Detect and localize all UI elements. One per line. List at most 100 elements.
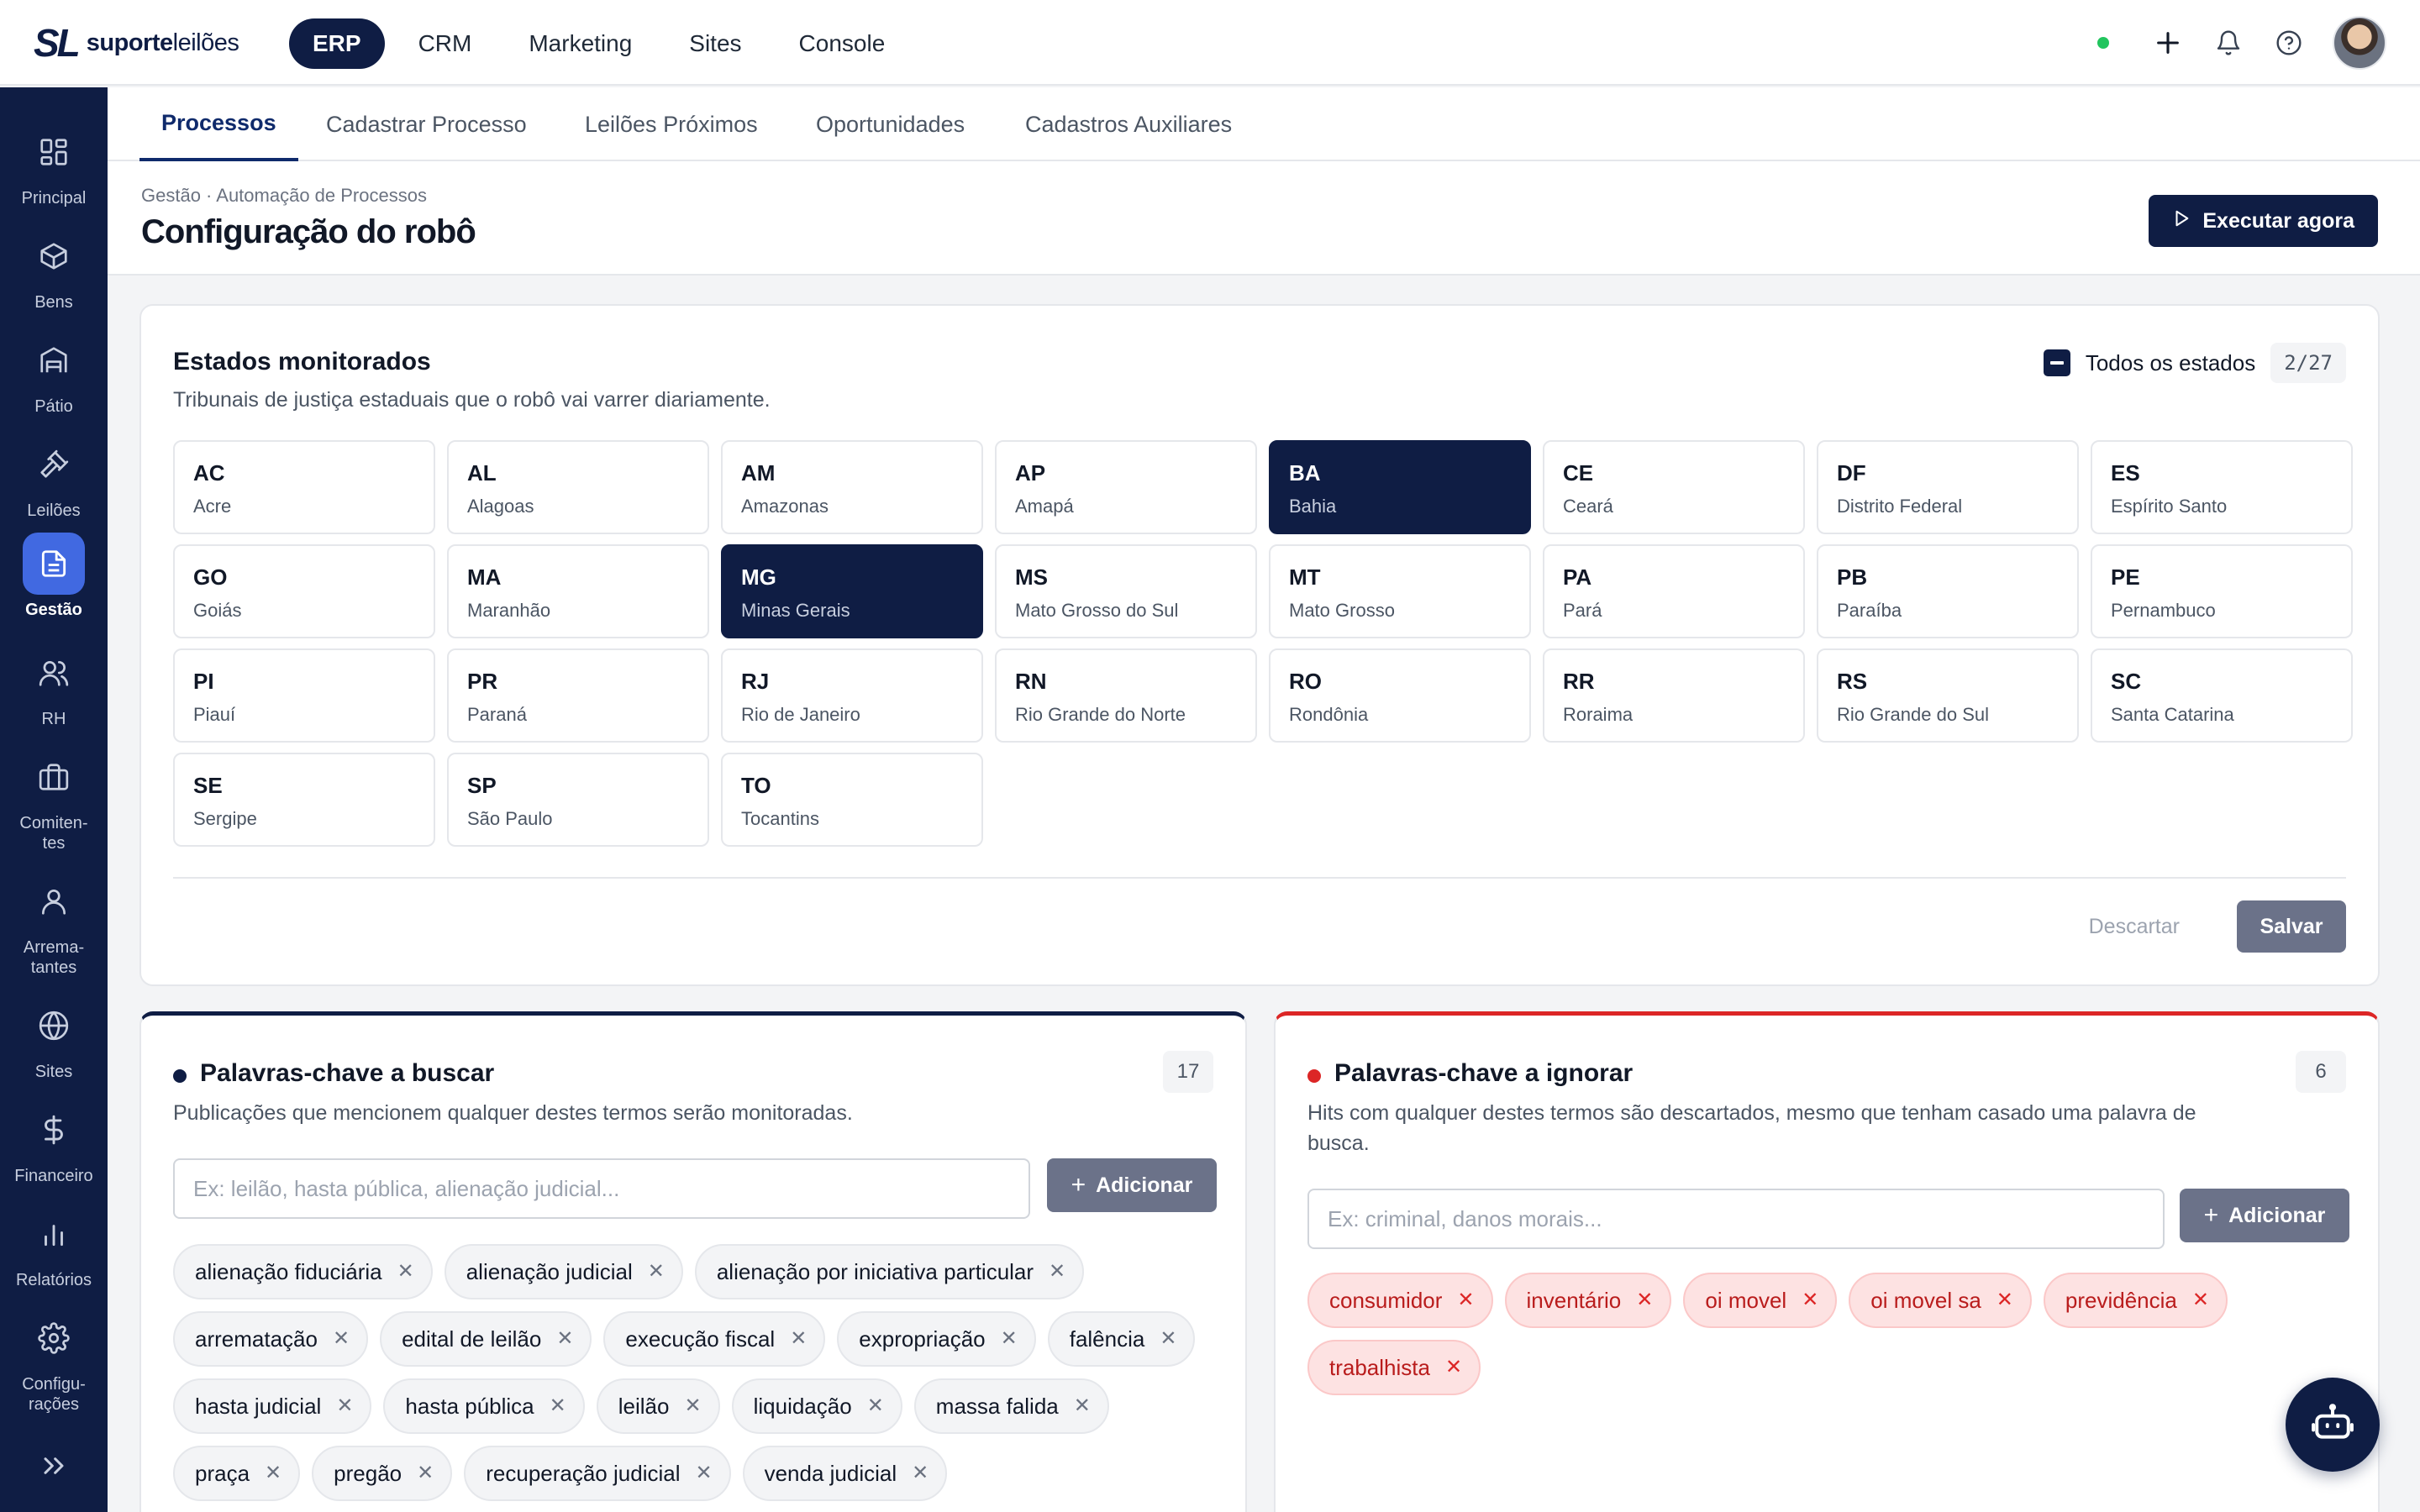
nav-sites[interactable]: Sites [666,18,765,69]
state-tile-rs[interactable]: RS Rio Grande do Sul [1817,648,2079,743]
state-tile-al[interactable]: AL Alagoas [447,440,709,534]
state-code: AP [1015,460,1046,486]
nav-console[interactable]: Console [776,18,909,69]
sidebar-item-relatorios[interactable]: Relatórios [0,1203,108,1290]
warehouse-icon [23,329,85,391]
gear-icon [23,1307,85,1369]
sidebar-item-sites[interactable]: Sites [0,995,108,1082]
state-tile-mt[interactable]: MT Mato Grosso [1269,544,1531,638]
state-tile-sp[interactable]: SP São Paulo [447,753,709,847]
remove-icon[interactable]: ✕ [1996,1290,2013,1310]
add-search-keyword-button[interactable]: + Adicionar [1047,1158,1217,1212]
remove-icon[interactable]: ✕ [912,1463,929,1483]
bell-icon[interactable] [2212,26,2245,60]
remove-icon[interactable]: ✕ [648,1262,665,1282]
keywords-search-input[interactable] [173,1158,1030,1219]
state-tile-go[interactable]: GO Goiás [173,544,435,638]
remove-icon[interactable]: ✕ [336,1396,353,1416]
chevrons-right-icon[interactable] [37,1449,71,1487]
state-tile-se[interactable]: SE Sergipe [173,753,435,847]
state-tile-am[interactable]: AM Amazonas [721,440,983,534]
help-icon[interactable] [2272,26,2306,60]
run-now-button[interactable]: Executar agora [2149,195,2378,247]
remove-icon[interactable]: ✕ [1636,1290,1653,1310]
state-tile-ma[interactable]: MA Maranhão [447,544,709,638]
box-icon [23,225,85,287]
remove-icon[interactable]: ✕ [417,1463,434,1483]
all-states-toggle[interactable]: Todos os estados 2/27 [2043,343,2346,383]
remove-icon[interactable]: ✕ [684,1396,701,1416]
state-tile-to[interactable]: TO Tocantins [721,753,983,847]
keywords-ignore-input[interactable] [1307,1189,2165,1249]
sidebar-item-leiloes[interactable]: Leilões [0,433,108,521]
state-tile-mg[interactable]: MG Minas Gerais [721,544,983,638]
remove-icon[interactable]: ✕ [695,1463,712,1483]
tab-oportunidades[interactable]: Oportunidades [816,87,965,161]
state-tile-ro[interactable]: RO Rondônia [1269,648,1531,743]
state-tile-pb[interactable]: PB Paraíba [1817,544,2079,638]
state-tile-pi[interactable]: PI Piauí [173,648,435,743]
sidebar-item-label: Bens [34,293,73,312]
sidebar-item-arrematantes[interactable]: Arrema- tantes [0,870,108,978]
state-code: TO [741,773,771,798]
remove-icon[interactable]: ✕ [1049,1262,1065,1282]
sidebar-item-principal[interactable]: Principal [0,121,108,208]
sidebar-item-patio[interactable]: Pátio [0,329,108,417]
tab-cadastros-auxiliares[interactable]: Cadastros Auxiliares [1025,87,1232,161]
nav-crm[interactable]: CRM [395,18,496,69]
remove-icon[interactable]: ✕ [1457,1290,1474,1310]
remove-icon[interactable]: ✕ [1445,1357,1462,1378]
state-tile-df[interactable]: DF Distrito Federal [1817,440,2079,534]
assistant-bot-button[interactable] [2286,1378,2380,1472]
state-tile-ce[interactable]: CE Ceará [1543,440,1805,534]
remove-icon[interactable]: ✕ [550,1396,566,1416]
sidebar-item-bens[interactable]: Bens [0,225,108,312]
state-tile-ap[interactable]: AP Amapá [995,440,1257,534]
save-button[interactable]: Salvar [2237,900,2346,953]
state-tile-pr[interactable]: PR Paraná [447,648,709,743]
nav-marketing[interactable]: Marketing [505,18,655,69]
brand-logo[interactable]: SL suporteleilões [34,24,239,62]
sidebar-item-financeiro[interactable]: Financeiro [0,1099,108,1186]
remove-icon[interactable]: ✕ [1074,1396,1091,1416]
remove-icon[interactable]: ✕ [867,1396,884,1416]
remove-icon[interactable]: ✕ [265,1463,281,1483]
discard-button[interactable]: Descartar [2089,900,2180,953]
remove-icon[interactable]: ✕ [790,1329,807,1349]
sidebar-item-configuracoes[interactable]: Configu- rações [0,1307,108,1415]
sidebar-item-gestao[interactable]: Gestão [0,533,108,620]
plus-icon[interactable] [2151,26,2185,60]
brand-mark: SL [34,21,81,65]
state-tile-ms[interactable]: MS Mato Grosso do Sul [995,544,1257,638]
state-tile-rn[interactable]: RN Rio Grande do Norte [995,648,1257,743]
tab-processos[interactable]: Processos [139,87,298,161]
remove-icon[interactable]: ✕ [2192,1290,2209,1310]
add-ignore-keyword-button[interactable]: + Adicionar [2180,1189,2349,1242]
tab-cadastrar-processo[interactable]: Cadastrar Processo [326,87,527,161]
state-tile-sc[interactable]: SC Santa Catarina [2091,648,2353,743]
tab-leiloes-proximos[interactable]: Leilões Próximos [585,87,758,161]
sidebar-item-rh[interactable]: RH [0,642,108,729]
remove-icon[interactable]: ✕ [1160,1329,1176,1349]
user-avatar[interactable] [2333,16,2386,70]
state-tile-pe[interactable]: PE Pernambuco [2091,544,2353,638]
remove-icon[interactable]: ✕ [333,1329,350,1349]
state-tile-rj[interactable]: RJ Rio de Janeiro [721,648,983,743]
remove-icon[interactable]: ✕ [1001,1329,1018,1349]
state-tile-ba[interactable]: BA Bahia [1269,440,1531,534]
state-name: Rio Grande do Sul [1837,704,1989,725]
state-tile-es[interactable]: ES Espírito Santo [2091,440,2353,534]
state-tile-ac[interactable]: AC Acre [173,440,435,534]
state-tile-pa[interactable]: PA Pará [1543,544,1805,638]
keyword-chip: hasta pública ✕ [383,1378,585,1434]
remove-icon[interactable]: ✕ [1802,1290,1818,1310]
state-name: Maranhão [467,600,551,621]
remove-icon[interactable]: ✕ [397,1262,414,1282]
sidebar-item-label: Arrema- tantes [23,938,85,977]
indeterminate-checkbox[interactable] [2043,349,2070,376]
keyword-chip-label: pregão [334,1460,402,1486]
remove-icon[interactable]: ✕ [556,1329,573,1349]
sidebar-item-comitentes[interactable]: Comiten- tes [0,746,108,853]
state-tile-rr[interactable]: RR Roraima [1543,648,1805,743]
nav-erp[interactable]: ERP [289,18,385,69]
